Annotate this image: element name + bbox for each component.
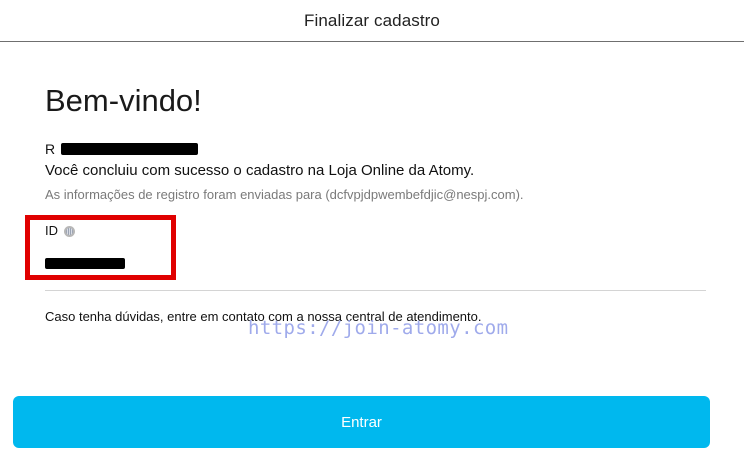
enter-button-label: Entrar [341,413,382,431]
registration-info-message: As informações de registro foram enviada… [45,187,524,202]
divider [45,290,706,291]
watermark: https://join-atomy.com [248,317,509,339]
page-header: Finalizar cadastro [0,0,744,42]
name-redaction [61,143,199,155]
id-value [45,255,125,271]
member-name-initial: R [45,141,56,157]
welcome-heading: Bem-vindo! [45,83,202,118]
id-redaction [45,257,125,269]
page-title: Finalizar cadastro [304,10,440,30]
info-icon[interactable] [64,225,75,237]
id-label: ID [45,223,58,238]
id-label-row: ID [45,223,75,239]
success-message: Você concluiu com sucesso o cadastro na … [45,162,475,179]
enter-button[interactable]: Entrar [13,396,710,448]
member-name: R [45,141,199,157]
